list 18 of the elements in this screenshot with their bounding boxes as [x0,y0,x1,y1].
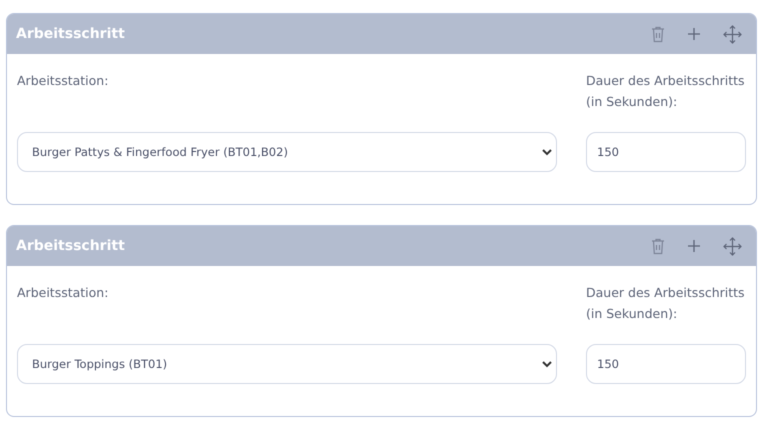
chevron-icon [542,360,552,368]
add-icon[interactable] [687,27,701,41]
delete-icon[interactable] [651,26,665,42]
card-title: Arbeitsschritt [16,238,125,254]
field-label: Dauer des Arbeitsschritts (in Sekunden): [586,284,746,323]
select-field[interactable]: Burger Pattys & Fingerfood Fryer (BT01,B02) [17,132,557,172]
field-label: Dauer des Arbeitsschritts (in Sekunden): [586,72,746,111]
move-icon[interactable] [723,24,742,44]
move-icon[interactable] [723,236,742,256]
add-icon[interactable] [687,239,701,253]
chevron-icon [542,148,552,156]
card-title: Arbeitsschritt [16,26,125,42]
input-field[interactable]: 150 [586,132,746,172]
field-label: Arbeitsstation: [17,72,110,90]
select-field[interactable]: Burger Toppings (BT01) [17,344,557,384]
delete-icon[interactable] [651,238,665,254]
field-label: Arbeitsstation: [17,284,110,302]
input-field[interactable]: 150 [586,344,746,384]
